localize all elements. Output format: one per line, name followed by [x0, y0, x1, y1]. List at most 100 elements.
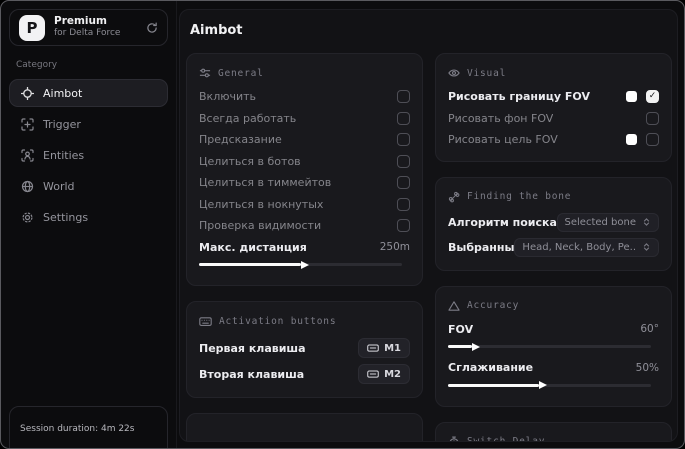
crosshair-icon	[21, 86, 34, 100]
checkbox[interactable]	[397, 154, 410, 168]
row-controls	[626, 90, 659, 104]
brand-card: P Premium for Delta Force	[9, 9, 168, 46]
bone-icon	[448, 191, 460, 203]
sidebar-item-settings[interactable]: Settings	[9, 203, 168, 231]
toggle-row-target-knocked: Целиться в нокнутых	[199, 194, 410, 216]
sidebar-item-label: Settings	[43, 210, 89, 224]
activation-buttons-panel: Activation buttons Первая клавиша M1 Вто…	[186, 301, 423, 398]
globe-icon	[21, 180, 34, 193]
select-value: Selected bone	[564, 216, 636, 228]
row-label: Выбранные кости	[448, 240, 515, 254]
sidebar-item-label: Aimbot	[43, 86, 83, 100]
selected-bones-select[interactable]: Head, Neck, Body, Pe..	[514, 237, 659, 257]
checkbox[interactable]	[397, 176, 410, 190]
session-duration-text: Session duration: 4m 22s	[20, 424, 135, 434]
bone-algorithm-select[interactable]: Selected bone	[556, 212, 659, 232]
sidebar-item-entities[interactable]: Entities	[9, 141, 168, 169]
keybind-button-m2[interactable]: M2	[358, 364, 410, 384]
row-label: FOV	[448, 322, 474, 336]
toggle-row-prediction: Предсказание	[199, 129, 410, 151]
row-label: Предсказание	[199, 133, 282, 147]
sidebar-item-label: Trigger	[43, 117, 81, 131]
sidebar-item-label: World	[43, 179, 75, 193]
row-label: Проверка видимости	[199, 219, 322, 233]
eye-icon	[448, 67, 460, 79]
slider-value: 250m	[379, 241, 410, 254]
refresh-icon[interactable]	[146, 22, 158, 34]
color-swatch[interactable]	[626, 134, 637, 146]
slider-value: 60°	[640, 323, 659, 336]
switch-delay-panel-header: Switch Delay	[448, 436, 659, 441]
row-label: Макс. дистанция	[199, 240, 307, 254]
brand-title: Premium	[54, 15, 107, 28]
row-label: Всегда работать	[199, 111, 297, 125]
accuracy-panel-header: Accuracy	[448, 300, 659, 312]
activation-panel-header: Activation buttons	[199, 315, 410, 328]
keybind-button-m1[interactable]: M1	[358, 338, 410, 358]
sidebar-item-world[interactable]: World	[9, 172, 168, 200]
slider-thumb[interactable]	[472, 342, 481, 351]
left-column: General Включить Всегда работать Предска…	[186, 53, 423, 441]
slider-row-fov: FOV 60°	[448, 319, 659, 341]
slider-fill	[448, 342, 481, 351]
max-distance-slider[interactable]	[199, 260, 402, 269]
brand-logo: P	[19, 14, 45, 41]
select-value: Head, Neck, Body, Pe..	[522, 241, 636, 253]
slider-value: 50%	[635, 361, 659, 374]
color-swatch[interactable]	[626, 91, 637, 103]
slider-thumb[interactable]	[300, 260, 309, 269]
timer-icon	[448, 436, 460, 441]
slider-fill	[199, 260, 309, 269]
triangle-icon	[448, 300, 460, 312]
row-label: Вторая клавиша	[199, 367, 305, 381]
sidebar-item-trigger[interactable]: Trigger	[9, 110, 168, 138]
switch-delay-panel: Switch Delay Задержка переключения Задер…	[435, 421, 672, 441]
checkbox[interactable]	[397, 90, 410, 104]
gear-icon	[21, 211, 34, 224]
chevrons-up-down-icon	[642, 242, 651, 252]
entities-icon	[21, 148, 34, 162]
visual-row-fov-border: Рисовать границу FOV	[448, 86, 659, 108]
sliders-icon	[199, 67, 211, 79]
panel-header-label: Activation buttons	[219, 316, 337, 327]
keyboard-icon	[367, 342, 379, 354]
slider-row-smoothing: Сглаживание 50%	[448, 357, 659, 379]
row-label: Включить	[199, 90, 257, 104]
row-label: Рисовать цель FOV	[448, 133, 558, 147]
chevrons-up-down-icon	[642, 217, 651, 227]
keyboard-icon	[367, 368, 379, 380]
trigger-icon	[21, 117, 34, 131]
row-label: Сглаживание	[448, 361, 534, 375]
general-panel: General Включить Всегда работать Предска…	[186, 53, 423, 286]
slider-thumb[interactable]	[539, 381, 548, 389]
panel-columns: General Включить Всегда работать Предска…	[186, 53, 672, 441]
checkbox[interactable]	[646, 133, 659, 147]
checkbox[interactable]	[397, 197, 410, 211]
row-label: Рисовать границу FOV	[448, 90, 590, 104]
keybind-label: M1	[384, 342, 401, 354]
session-duration-box: Session duration: 4m 22s	[9, 406, 168, 448]
checkbox[interactable]	[397, 219, 410, 233]
row-label: Целиться в ботов	[199, 154, 301, 168]
toggle-row-visibility-check: Проверка видимости	[199, 215, 410, 237]
checkbox-checked[interactable]	[646, 90, 659, 104]
checkbox[interactable]	[397, 111, 410, 125]
row-label: Алгоритм поиска кости	[448, 215, 557, 229]
smoothing-slider[interactable]	[448, 381, 651, 389]
panel-header-label: General	[218, 67, 264, 79]
panel-header-label: Finding the bone	[467, 191, 572, 202]
visual-row-fov-background: Рисовать фон FOV	[448, 108, 659, 130]
panel-header-label: Visual	[467, 67, 507, 79]
visual-row-fov-target: Рисовать цель FOV	[448, 129, 659, 151]
panel-header-label: Accuracy	[467, 300, 520, 311]
fov-slider[interactable]	[448, 342, 651, 351]
checkbox[interactable]	[397, 133, 410, 147]
page-title: Aimbot	[190, 23, 243, 38]
visual-panel-header: Visual	[448, 67, 659, 79]
checkbox[interactable]	[646, 111, 659, 125]
keybind-row-first: Первая клавиша M1	[199, 335, 410, 361]
toggle-row-target-teammates: Целиться в тиммейтов	[199, 172, 410, 194]
sidebar-item-label: Entities	[43, 148, 85, 162]
sidebar: P Premium for Delta Force Category Aimbo…	[1, 1, 177, 448]
sidebar-item-aimbot[interactable]: Aimbot	[9, 79, 168, 107]
